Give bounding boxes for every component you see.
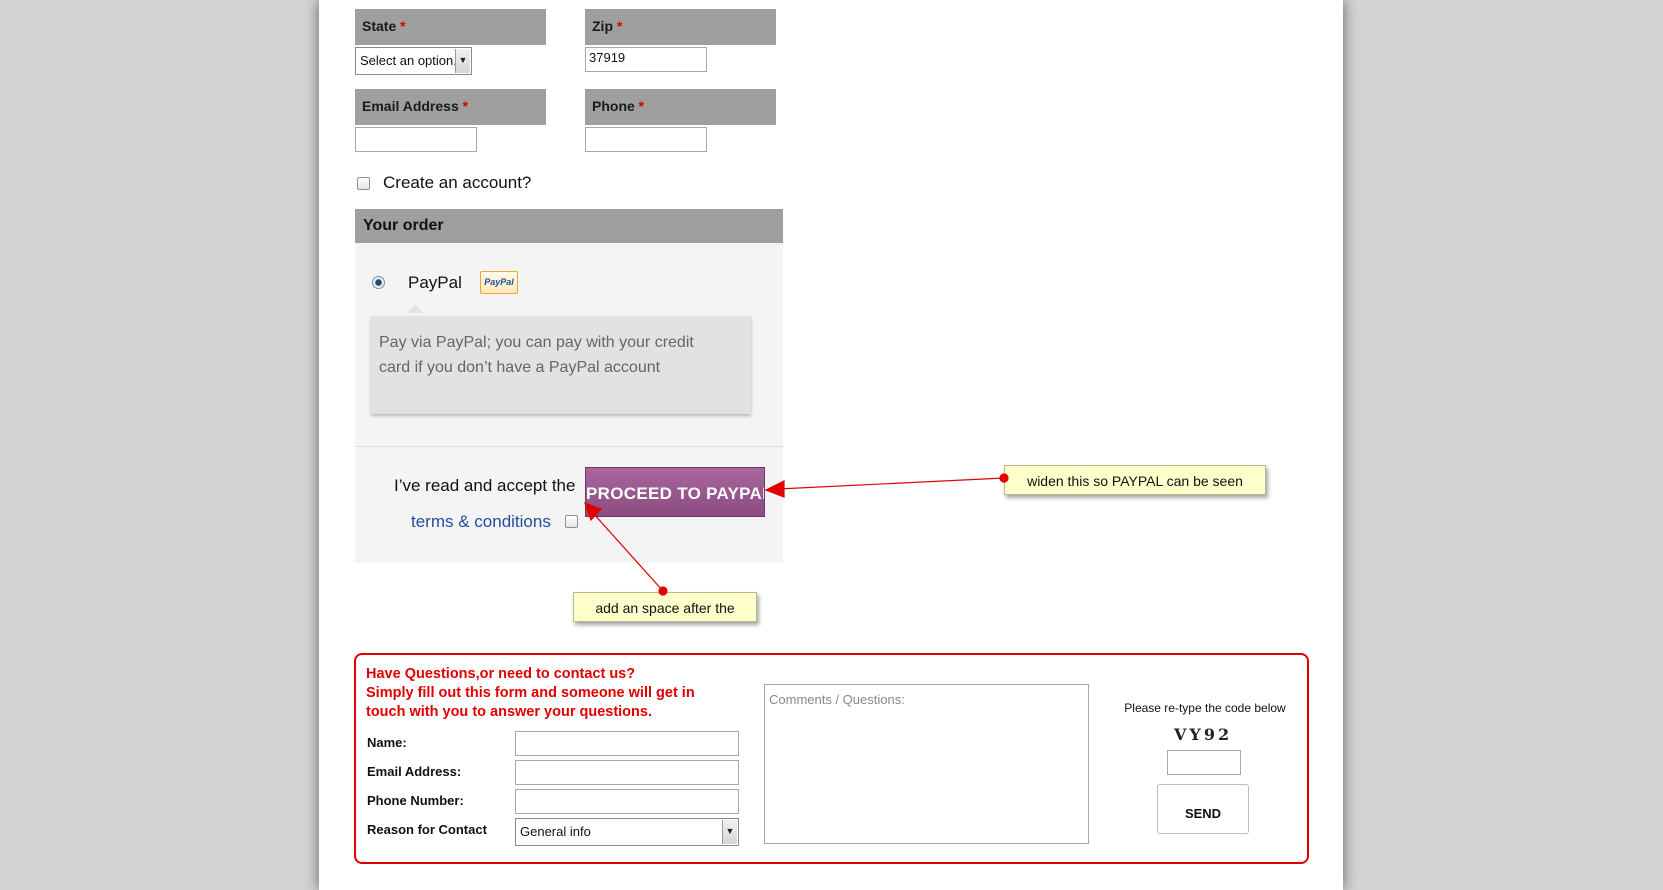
comments-textarea[interactable]: Comments / Questions: bbox=[764, 684, 1089, 844]
create-account-label: Create an account? bbox=[383, 173, 532, 192]
paypal-logo-icon: PayPal bbox=[480, 271, 518, 294]
space-annotation-note: add an space after the bbox=[573, 592, 757, 622]
chevron-down-icon: ▼ bbox=[455, 49, 470, 73]
your-order-heading: Your order bbox=[355, 209, 783, 243]
captcha-input[interactable] bbox=[1167, 750, 1241, 775]
required-mark: * bbox=[400, 18, 406, 34]
contact-email-label: Email Address: bbox=[367, 764, 462, 779]
create-account-checkbox[interactable] bbox=[357, 177, 370, 190]
paypal-method-label: PayPal bbox=[408, 273, 462, 292]
state-select[interactable]: Select an option... ▼ bbox=[355, 47, 472, 75]
contact-name-input[interactable] bbox=[515, 731, 739, 756]
email-input[interactable] bbox=[355, 127, 477, 152]
paypal-radio[interactable] bbox=[372, 276, 385, 289]
terms-link[interactable]: terms & conditions bbox=[411, 512, 551, 532]
contact-email-input[interactable] bbox=[515, 760, 739, 785]
order-divider bbox=[355, 446, 783, 447]
email-label: Email Address * bbox=[355, 89, 546, 125]
proceed-to-paypal-button[interactable]: PROCEED TO PAYPAL bbox=[585, 467, 765, 517]
captcha-image: VY92 bbox=[1174, 725, 1233, 744]
contact-heading: Have Questions,or need to contact us? Si… bbox=[366, 666, 695, 720]
terms-checkbox[interactable] bbox=[565, 515, 578, 528]
required-mark: * bbox=[638, 98, 645, 114]
state-label: State * bbox=[355, 9, 546, 45]
phone-label: Phone * bbox=[585, 89, 776, 125]
zip-label: Zip * bbox=[585, 9, 776, 45]
contact-phone-label: Phone Number: bbox=[367, 793, 464, 808]
captcha-label: Please re-type the code below bbox=[1124, 701, 1286, 715]
phone-input[interactable] bbox=[585, 127, 707, 152]
widen-annotation-note: widen this so PAYPAL can be seen bbox=[1004, 465, 1266, 495]
terms-prefix: I’ve read and accept the bbox=[394, 476, 576, 495]
contact-reason-label: Reason for Contact bbox=[367, 822, 487, 837]
required-mark: * bbox=[616, 18, 623, 34]
chevron-down-icon: ▼ bbox=[722, 820, 737, 844]
description-notch bbox=[407, 304, 423, 313]
zip-input[interactable]: 37919 bbox=[585, 47, 707, 72]
contact-phone-input[interactable] bbox=[515, 789, 739, 814]
contact-reason-select[interactable]: General info ▼ bbox=[515, 818, 739, 846]
checkout-page: State * Select an option... ▼ Zip * 3791… bbox=[319, 0, 1343, 890]
send-button[interactable]: SEND bbox=[1157, 784, 1249, 834]
paypal-description: Pay via PayPal; you can pay with your cr… bbox=[371, 316, 751, 414]
required-mark: * bbox=[462, 98, 469, 114]
contact-name-label: Name: bbox=[367, 735, 407, 750]
